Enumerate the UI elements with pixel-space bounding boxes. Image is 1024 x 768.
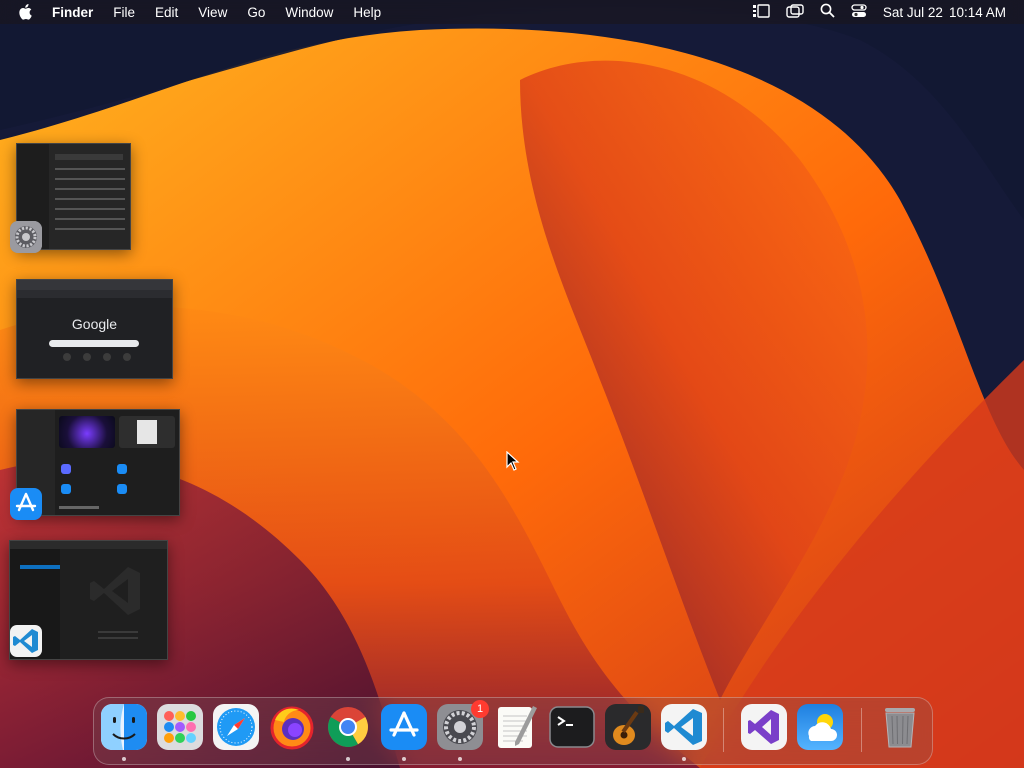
chrome-icon (328, 707, 368, 747)
clock-date: Sat Jul 22 (882, 4, 943, 20)
dock-safari[interactable] (213, 704, 259, 750)
menu-bar: Finder File Edit View Go Window Help Sat… (0, 0, 1024, 24)
dock-terminal[interactable] (549, 704, 595, 750)
app-store-icon (381, 704, 427, 750)
dock-firefox[interactable] (269, 704, 315, 750)
launchpad-icon (157, 704, 203, 750)
running-indicator (458, 757, 462, 761)
finder-icon (101, 704, 147, 750)
dock-garageband[interactable] (605, 704, 651, 750)
dock-visual-studio[interactable] (741, 704, 787, 750)
dock-chrome[interactable] (325, 704, 371, 750)
safari-icon (213, 704, 259, 750)
trash-icon (885, 708, 915, 748)
notification-badge: 1 (471, 700, 489, 718)
firefox-icon (270, 706, 314, 750)
menu-window[interactable]: Window (285, 5, 333, 20)
control-center-icon[interactable] (851, 3, 867, 21)
menu-bar-clock[interactable]: Sat Jul 22 10:14 AM (883, 5, 1006, 20)
running-indicator (346, 757, 350, 761)
reading-list-icon[interactable] (752, 3, 770, 21)
weather-icon (797, 704, 843, 750)
dock-app-store[interactable] (381, 704, 427, 750)
menu-help[interactable]: Help (353, 5, 381, 20)
terminal-icon (549, 706, 595, 748)
clock-time: 10:14 AM (948, 4, 1006, 20)
menu-edit[interactable]: Edit (155, 5, 178, 20)
running-indicator (682, 757, 686, 761)
google-search-box (49, 340, 139, 347)
running-indicator (402, 757, 406, 761)
dock-finder[interactable] (101, 704, 147, 750)
dock-separator (723, 708, 724, 752)
dock-trash[interactable] (877, 704, 923, 750)
running-indicator (122, 757, 126, 761)
garageband-icon (605, 704, 651, 750)
dock-system-settings[interactable]: 1 (437, 700, 489, 750)
window-thumbnail-chrome[interactable]: Google (16, 279, 173, 379)
visual-studio-icon (741, 704, 787, 750)
dock-separator (861, 708, 862, 752)
menu-go[interactable]: Go (247, 5, 265, 20)
menu-view[interactable]: View (198, 5, 227, 20)
app-store-icon (10, 488, 42, 520)
dock-launchpad[interactable] (157, 704, 203, 750)
dock-weather[interactable] (797, 704, 843, 750)
apple-menu-icon[interactable] (18, 4, 36, 20)
textedit-icon (498, 706, 537, 748)
gear-icon (10, 221, 42, 253)
dock-textedit[interactable] (493, 704, 539, 750)
vscode-icon (10, 625, 42, 657)
menu-file[interactable]: File (113, 5, 135, 20)
mouse-cursor-icon (506, 450, 520, 476)
dock: 1 (93, 697, 933, 765)
screen-mirroring-icon[interactable] (786, 3, 804, 21)
vscode-icon (661, 704, 707, 750)
dock-vscode[interactable] (661, 704, 707, 750)
google-logo: Google (71, 316, 118, 332)
spotlight-search-icon[interactable] (820, 3, 835, 21)
menu-finder[interactable]: Finder (52, 5, 93, 20)
